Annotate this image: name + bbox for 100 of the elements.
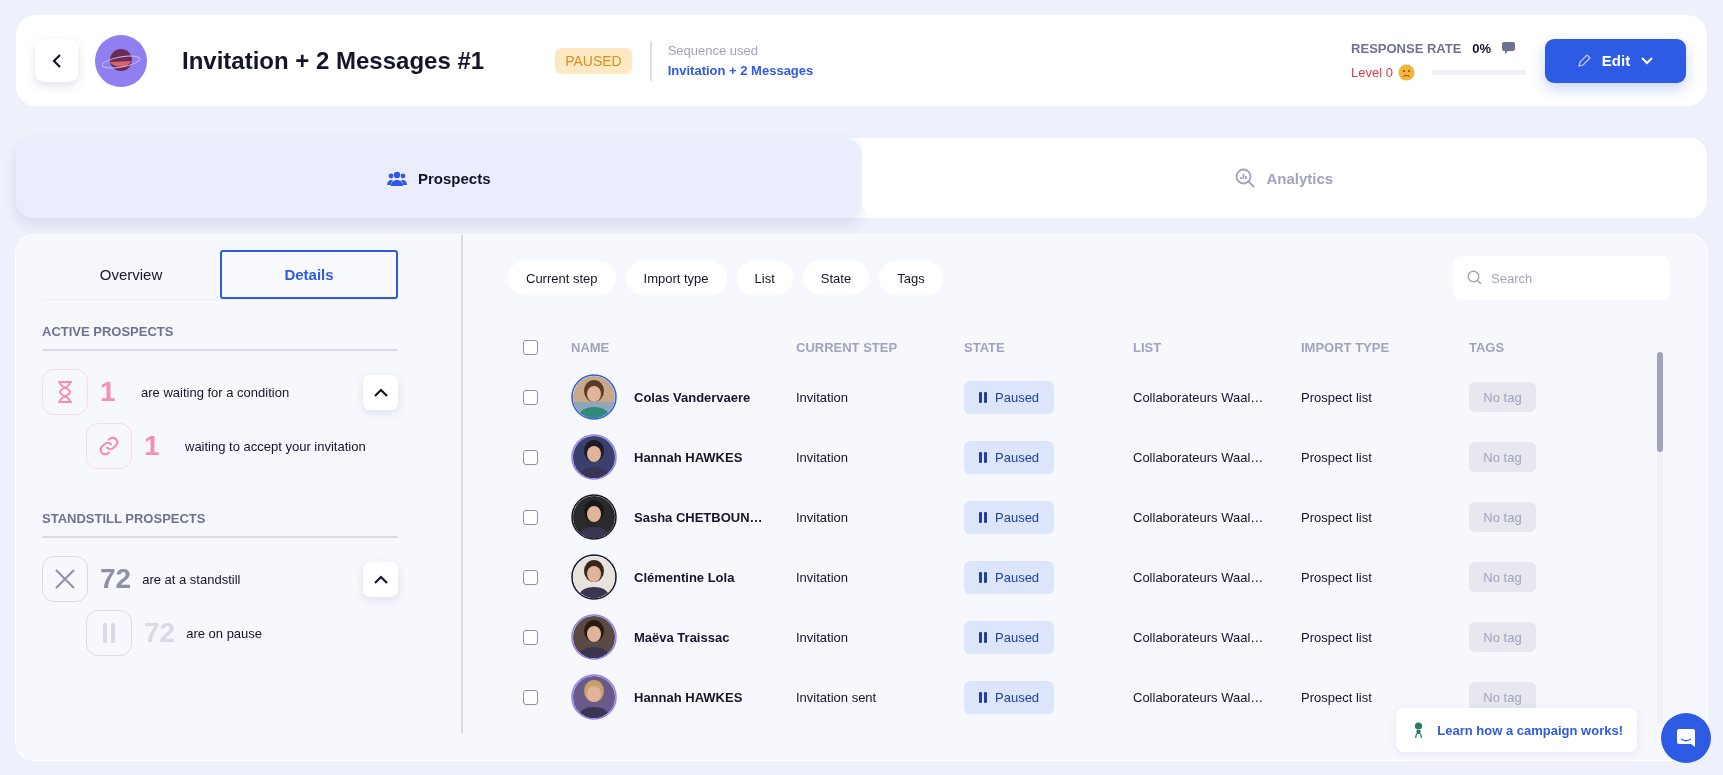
hourglass-icon: [57, 381, 73, 403]
chevron-up-icon: [373, 574, 388, 584]
row-checkbox[interactable]: [523, 629, 538, 645]
campaign-title: Invitation + 2 Messages #1: [182, 46, 485, 75]
stat-text: are on pause: [186, 625, 264, 641]
scrollbar[interactable]: [1657, 352, 1663, 724]
select-all-checkbox[interactable]: [523, 339, 538, 355]
step-cell-text: Invitation sent: [796, 689, 878, 705]
import-type-cell-text: Prospect list: [1301, 689, 1373, 705]
status-badge: PAUSED: [555, 47, 632, 74]
pause-icon: [979, 451, 987, 463]
step-cell-text: Invitation: [796, 629, 850, 645]
stat-text: waiting to accept your invitation: [185, 438, 367, 454]
help-link[interactable]: Learn how a campaign works!: [1396, 708, 1637, 752]
prospect-name[interactable]: Sasha CHETBOUN…: [634, 509, 763, 525]
state-badge: Paused: [964, 380, 1054, 414]
list-cell-text: Collaborateurs Waal…: [1133, 689, 1265, 705]
list-cell-text: Collaborateurs Waal…: [1133, 569, 1265, 585]
state-badge: Paused: [964, 680, 1054, 714]
users-icon: [386, 170, 407, 186]
import-type-cell-text: Prospect list: [1301, 449, 1373, 465]
state-badge: Paused: [964, 620, 1054, 654]
column-header: CURRENT STEP: [796, 339, 899, 355]
chevron-left-icon: [51, 52, 62, 69]
link-icon: [98, 435, 120, 457]
analytics-search-icon: [1235, 168, 1256, 188]
tag-badge: No tag: [1469, 622, 1536, 652]
row-checkbox[interactable]: [523, 689, 538, 705]
row-checkbox[interactable]: [523, 449, 538, 465]
import-type-cell-text: Prospect list: [1301, 569, 1373, 585]
state-badge: Paused: [964, 560, 1054, 594]
prospect-name[interactable]: Maëva Traissac: [634, 629, 730, 645]
import-type-cell-text: Prospect list: [1301, 509, 1373, 525]
view-tab[interactable]: Details: [220, 250, 398, 299]
close-icon: [54, 568, 76, 590]
view-tab[interactable]: Overview: [42, 250, 220, 299]
sequence-link[interactable]: Invitation + 2 Messages: [667, 63, 814, 78]
filter-chip[interactable]: List: [736, 261, 793, 295]
row-checkbox[interactable]: [523, 569, 538, 585]
tag-badge: No tag: [1469, 382, 1536, 412]
column-header: NAME: [571, 339, 611, 355]
search-icon: [1467, 270, 1482, 285]
list-cell-text: Collaborateurs Waal…: [1133, 389, 1265, 405]
step-cell-text: Invitation: [796, 389, 850, 405]
robot-icon: [1414, 722, 1424, 738]
back-button[interactable]: [35, 39, 78, 82]
pencil-icon: [1577, 54, 1591, 67]
emoji-icon: [1398, 63, 1415, 81]
collapse-button[interactable]: [363, 374, 398, 410]
row-checkbox[interactable]: [523, 389, 538, 405]
response-rate-label: RESPONSE RATE: [1351, 40, 1462, 56]
list-cell-text: Collaborateurs Waal…: [1133, 509, 1265, 525]
prospect-name[interactable]: Clémentine Lola: [634, 569, 735, 585]
response-rate-value: 0%: [1472, 40, 1492, 56]
pause-icon: [979, 631, 987, 643]
tag-badge: No tag: [1469, 562, 1536, 592]
step-cell-text: Invitation: [796, 509, 850, 525]
filter-chip[interactable]: Current step: [508, 261, 616, 295]
state-badge: Paused: [964, 500, 1054, 534]
import-type-cell-text: Prospect list: [1301, 629, 1373, 645]
stat-text: are at a standstill: [142, 571, 242, 587]
section-title: ACTIVE PROSPECTS: [42, 324, 398, 351]
filter-chip[interactable]: Tags: [879, 261, 943, 295]
sequence-label: Sequence used: [667, 43, 760, 58]
column-header: LIST: [1133, 339, 1163, 355]
chevron-up-icon: [373, 387, 388, 397]
stat-count: 1: [100, 376, 117, 408]
edit-button[interactable]: Edit: [1545, 38, 1686, 83]
pause-icon: [979, 571, 987, 583]
chevron-down-icon: [1641, 56, 1654, 65]
chat-button[interactable]: [1661, 713, 1711, 763]
chat-icon: [1676, 728, 1696, 748]
stat-text: are waiting for a condition: [141, 384, 291, 400]
filter-chip[interactable]: Import type: [625, 261, 727, 295]
stat-count: 1: [144, 430, 161, 462]
step-cell-text: Invitation: [796, 569, 850, 585]
tag-badge: No tag: [1469, 442, 1536, 472]
chat-bubble-icon: [1502, 42, 1516, 54]
stat-count: 72: [100, 563, 132, 595]
import-type-cell-text: Prospect list: [1301, 389, 1373, 405]
step-cell-text: Invitation: [796, 449, 850, 465]
column-header: STATE: [964, 339, 1006, 355]
pause-icon: [979, 511, 987, 523]
pause-icon: [979, 691, 987, 703]
row-checkbox[interactable]: [523, 509, 538, 525]
prospect-name[interactable]: Hannah HAWKES: [634, 449, 743, 465]
pause-icon: [979, 391, 987, 403]
collapse-button[interactable]: [363, 561, 398, 597]
list-cell-text: Collaborateurs Waal…: [1133, 629, 1265, 645]
column-header: IMPORT TYPE: [1301, 339, 1391, 355]
prospect-name[interactable]: Colas Vandervaere: [634, 389, 751, 405]
column-header: TAGS: [1469, 339, 1506, 355]
state-badge: Paused: [964, 440, 1054, 474]
prospect-name[interactable]: Hannah HAWKES: [634, 689, 743, 705]
filter-chip[interactable]: State: [802, 261, 870, 295]
list-cell-text: Collaborateurs Waal…: [1133, 449, 1265, 465]
search-field[interactable]: Search: [1453, 256, 1670, 300]
main-tab[interactable]: Prospects: [16, 138, 862, 218]
pause-icon: [103, 623, 115, 643]
level-label: Level 0: [1351, 64, 1393, 80]
